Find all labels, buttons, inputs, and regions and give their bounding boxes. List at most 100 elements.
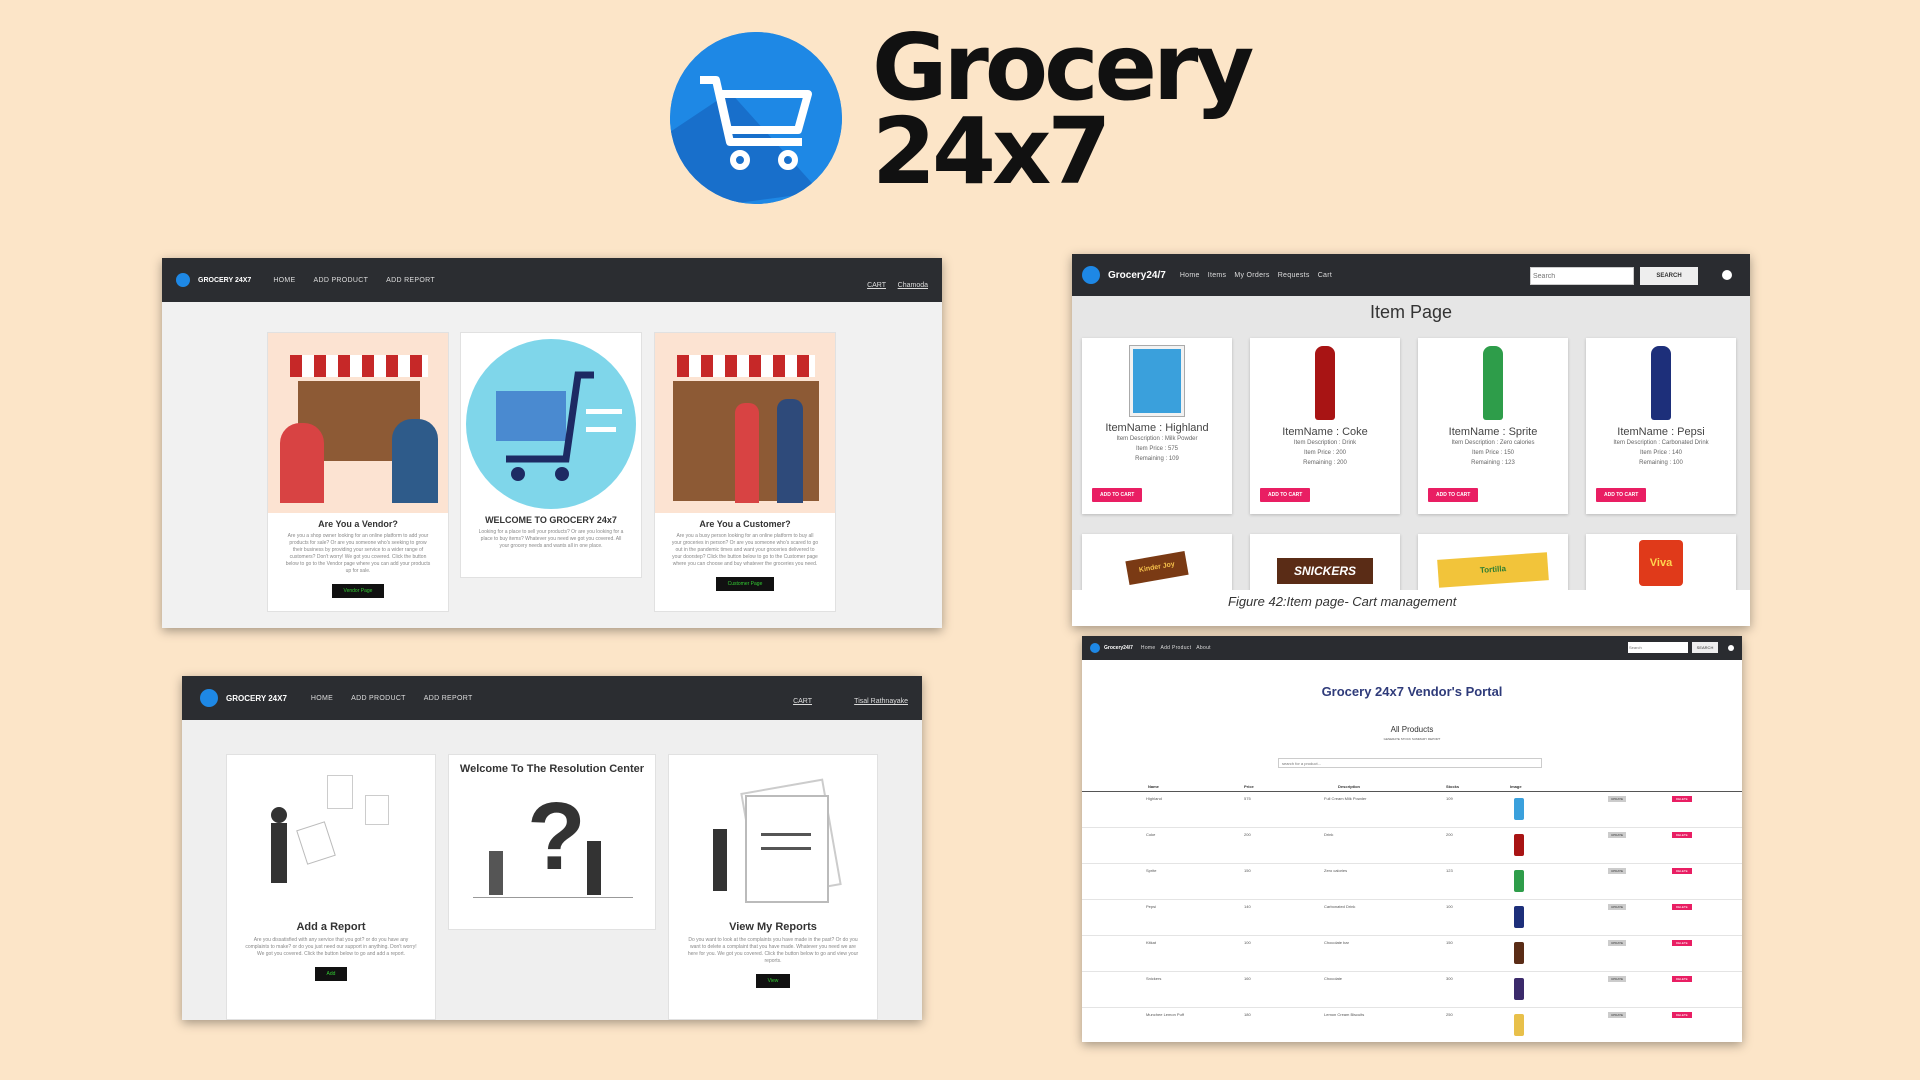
brand-line-2: 24x7 <box>872 98 1111 205</box>
product-thumbnail <box>1514 798 1524 820</box>
navbar: Grocery24/7 Home Add Product About SEARC… <box>1082 636 1742 660</box>
cell-name: Pepsi <box>1146 904 1157 909</box>
nav-home[interactable]: Home <box>1141 645 1156 651</box>
add-to-cart-button[interactable]: ADD TO CART <box>1428 488 1479 502</box>
nav-brand[interactable]: Grocery24/7 <box>1104 645 1133 651</box>
delete-button[interactable]: DELETE <box>1672 940 1692 946</box>
product-thumbnail <box>1514 1014 1524 1036</box>
cell-description: Zero calories <box>1324 868 1348 873</box>
view-reports-button[interactable]: View <box>755 974 791 988</box>
search-button[interactable]: SEARCH <box>1640 267 1698 285</box>
account-icon[interactable] <box>1728 645 1734 651</box>
nav-user-menu[interactable]: Chamoda <box>898 282 928 289</box>
nav-items[interactable]: Items <box>1208 272 1227 279</box>
update-button[interactable]: UPDATE <box>1608 1012 1626 1018</box>
account-icon[interactable] <box>1722 270 1732 280</box>
coke-image <box>1315 346 1335 420</box>
view-reports-card: View My Reports Do you want to look at t… <box>668 754 878 1020</box>
nav-my-orders[interactable]: My Orders <box>1234 272 1269 279</box>
cell-description: Chocolate bar <box>1324 940 1349 945</box>
welcome-resolution-card: Welcome To The Resolution Center ? <box>448 754 656 930</box>
update-button[interactable]: UPDATE <box>1608 832 1626 838</box>
nav-add-report[interactable]: ADD REPORT <box>386 277 435 284</box>
nav-user-menu[interactable]: Tisal Rathnayake <box>854 698 908 705</box>
nav-cart[interactable]: CART <box>867 282 886 289</box>
update-button[interactable]: UPDATE <box>1608 940 1626 946</box>
cell-price: 160 <box>1244 976 1251 981</box>
cell-description: Full Cream Milk Powder <box>1324 796 1367 801</box>
customer-page-button[interactable]: Customer Page <box>715 577 775 591</box>
update-button[interactable]: UPDATE <box>1608 796 1626 802</box>
nav-about[interactable]: About <box>1196 645 1211 651</box>
add-report-button[interactable]: Add <box>314 967 348 981</box>
cell-stock: 300 <box>1446 976 1453 981</box>
vendor-page-button[interactable]: Vendor Page <box>331 584 385 598</box>
nav-home[interactable]: HOME <box>311 695 333 702</box>
vendor-card: Are You a Vendor? Are you a shop owner l… <box>267 332 449 612</box>
product-image: Tortilla <box>1437 552 1549 588</box>
cell-description: Drink <box>1324 832 1334 837</box>
table-row: Pepsi 140 Carbonated Drink 100 UPDATE DELETE <box>1082 900 1742 936</box>
view-reports-illustration <box>669 755 877 915</box>
add-report-illustration <box>227 755 435 915</box>
item-price: Item Price : 575 <box>1135 446 1179 452</box>
delete-button[interactable]: DELETE <box>1672 832 1692 838</box>
delete-button[interactable]: DELETE <box>1672 868 1692 874</box>
nav-brand[interactable]: Grocery24/7 <box>1108 270 1166 281</box>
vendor-card-text: Are you a shop owner looking for an onli… <box>285 533 431 574</box>
nav-add-product[interactable]: ADD PRODUCT <box>314 277 369 284</box>
nav-add-product[interactable]: Add Product <box>1160 645 1191 651</box>
figure-caption-text: Figure 42:Item page- Cart management <box>1228 594 1457 609</box>
cell-price: 100 <box>1244 940 1251 945</box>
delete-button[interactable]: DELETE <box>1672 976 1692 982</box>
col-description: Description <box>1338 784 1361 789</box>
search-button[interactable]: SEARCH <box>1692 642 1718 653</box>
nav-home[interactable]: HOME <box>273 277 295 284</box>
customer-illustration <box>655 333 835 513</box>
nav-brand[interactable]: GROCERY 24X7 <box>226 694 287 703</box>
product-thumbnail <box>1514 978 1524 1000</box>
add-to-cart-button[interactable]: ADD TO CART <box>1260 488 1311 502</box>
delete-button[interactable]: DELETE <box>1672 904 1692 910</box>
item-card: Viva <box>1586 534 1736 594</box>
update-button[interactable]: UPDATE <box>1608 868 1626 874</box>
add-to-cart-button[interactable]: ADD TO CART <box>1596 488 1647 502</box>
item-price: Item Price : 150 <box>1471 450 1515 456</box>
item-name: ItemName : Coke <box>1282 426 1368 438</box>
cell-name: Kitkat <box>1146 940 1157 945</box>
cell-stock: 150 <box>1446 940 1453 945</box>
nav-brand[interactable]: GROCERY 24X7 <box>198 277 251 284</box>
search-input[interactable] <box>1628 642 1688 653</box>
generate-report-link[interactable]: GENERATE STOCK SUMMARY REPORT <box>1082 737 1742 741</box>
navbar: GROCERY 24X7 HOME ADD PRODUCT ADD REPORT… <box>162 258 942 302</box>
product-image: SNICKERS <box>1277 558 1373 584</box>
portal-subtitle: All Products <box>1390 725 1434 734</box>
item-name: ItemName : Sprite <box>1448 426 1538 438</box>
item-card: ItemName : Pepsi Item Description : Carb… <box>1586 338 1736 514</box>
product-thumbnail <box>1514 942 1524 964</box>
search-input[interactable] <box>1530 267 1634 285</box>
delete-button[interactable]: DELETE <box>1672 1012 1692 1018</box>
item-desc: Item Description : Drink <box>1293 440 1357 446</box>
add-report-title: Add a Report <box>296 921 366 933</box>
nav-requests[interactable]: Requests <box>1278 272 1310 279</box>
cell-name: Munchee Lemon Puff <box>1146 1012 1184 1017</box>
item-price: Item Price : 200 <box>1303 450 1347 456</box>
welcome-resolution-title: Welcome To The Resolution Center <box>459 763 645 775</box>
nav-add-report[interactable]: ADD REPORT <box>424 695 473 702</box>
screenshot-home: GROCERY 24X7 HOME ADD PRODUCT ADD REPORT… <box>162 258 942 628</box>
nav-home[interactable]: Home <box>1180 272 1200 279</box>
delete-button[interactable]: DELETE <box>1672 796 1692 802</box>
cart-illustration <box>466 339 636 509</box>
product-search-input[interactable] <box>1278 758 1542 768</box>
col-image: Image <box>1510 784 1522 789</box>
nav-cart[interactable]: Cart <box>1318 272 1332 279</box>
screenshot-resolution-center: GROCERY 24X7 HOME ADD PRODUCT ADD REPORT… <box>182 676 922 1020</box>
nav-add-product[interactable]: ADD PRODUCT <box>351 695 406 702</box>
welcome-card-text: Looking for a place to sell your product… <box>478 529 624 549</box>
add-to-cart-button[interactable]: ADD TO CART <box>1092 488 1143 502</box>
update-button[interactable]: UPDATE <box>1608 904 1626 910</box>
cart-logo-icon <box>1090 643 1100 653</box>
nav-cart[interactable]: CART <box>793 698 812 705</box>
update-button[interactable]: UPDATE <box>1608 976 1626 982</box>
